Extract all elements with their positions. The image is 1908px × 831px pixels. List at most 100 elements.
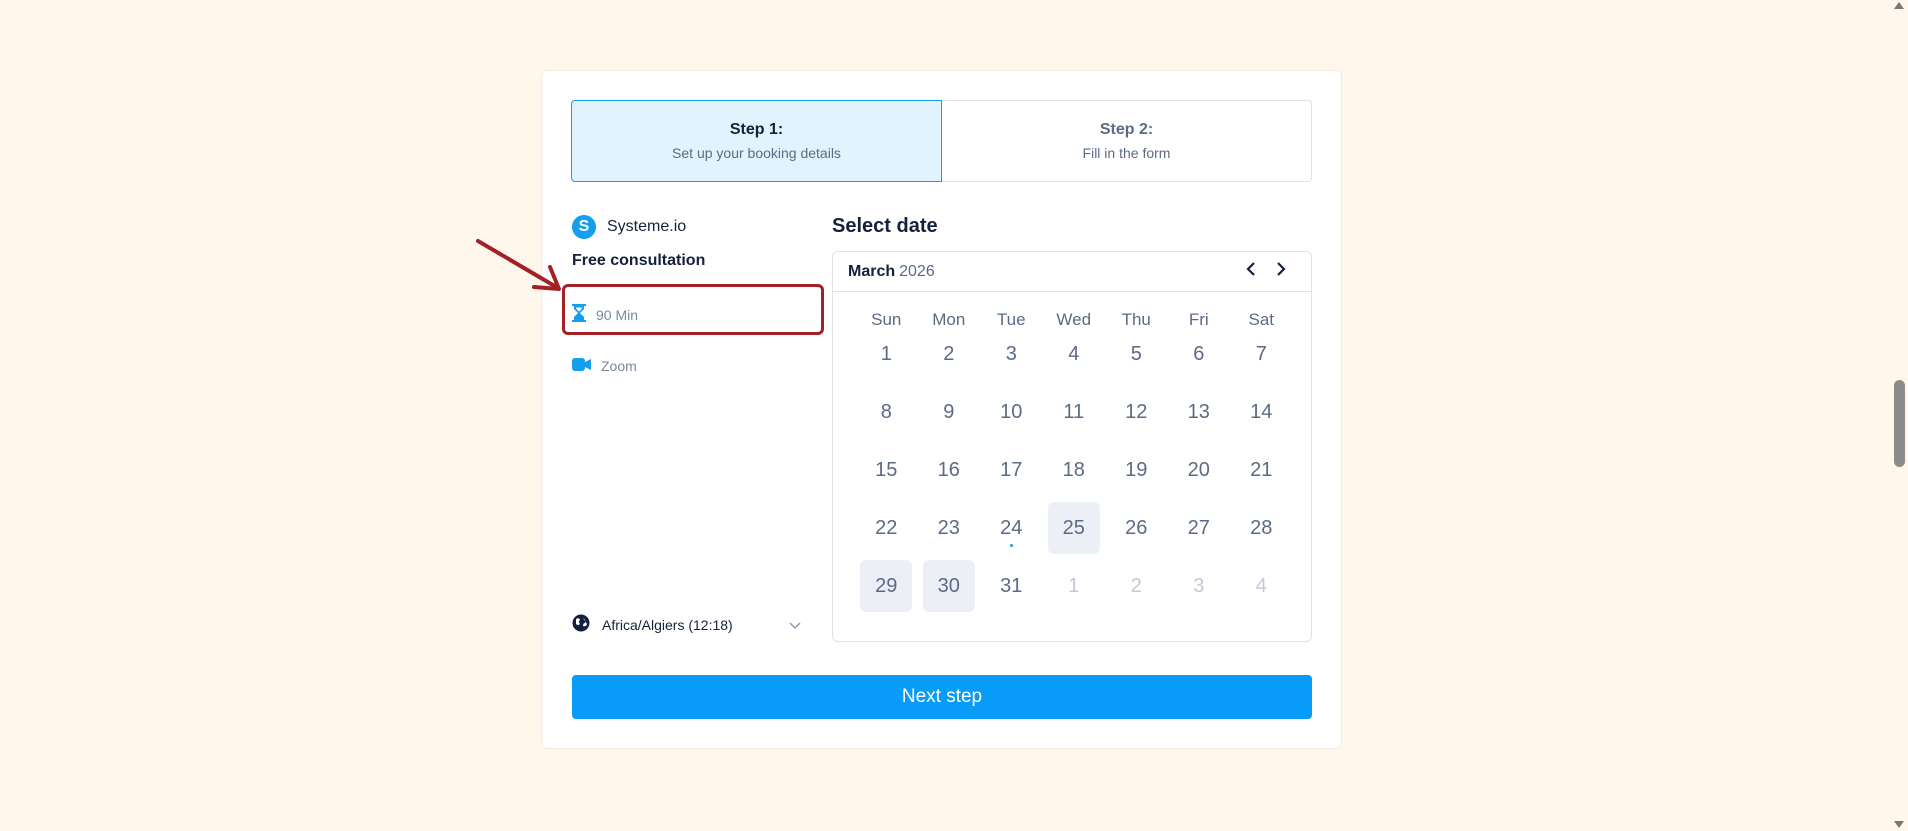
- calendar-day-number: 3: [1005, 342, 1017, 365]
- calendar-day-number: 19: [1125, 458, 1148, 481]
- calendar-day-number: 30: [922, 560, 975, 612]
- step-tabs: Step 1: Set up your booking details Step…: [571, 100, 1312, 182]
- calendar-day-number: 7: [1255, 342, 1267, 365]
- calendar-day[interactable]: 29: [855, 557, 918, 615]
- timezone-selector[interactable]: Africa/Algiers (12:18): [572, 614, 802, 635]
- calendar-year: 2026: [899, 262, 935, 280]
- calendar-day[interactable]: 3: [980, 325, 1043, 383]
- location-label: Zoom: [601, 358, 637, 374]
- calendar-day-number: 22: [875, 516, 898, 539]
- calendar-day[interactable]: 12: [1105, 383, 1168, 441]
- calendar-day[interactable]: 17: [980, 441, 1043, 499]
- calendar-month: March: [848, 262, 896, 280]
- calendar-day-number: 4: [1068, 342, 1080, 365]
- calendar-day-number: 31: [1000, 574, 1023, 597]
- calendar-day-number: 21: [1250, 458, 1273, 481]
- calendar-day-number: 14: [1250, 400, 1273, 423]
- calendar-day[interactable]: 16: [918, 441, 981, 499]
- calendar-day[interactable]: 5: [1105, 325, 1168, 383]
- calendar-day-number: 24: [1000, 516, 1023, 539]
- calendar-day: 3: [1168, 557, 1231, 615]
- brand-logo-icon: S: [572, 215, 596, 239]
- calendar-day[interactable]: 4: [1043, 325, 1106, 383]
- location-row: Zoom: [572, 358, 637, 374]
- scrollbar[interactable]: [1891, 0, 1908, 831]
- chevron-right-icon: [1275, 261, 1287, 282]
- annotation-highlight-box: [562, 284, 824, 335]
- step-2-title: Step 2:: [1099, 121, 1154, 138]
- calendar-day: 4: [1230, 557, 1293, 615]
- calendar-day[interactable]: 23: [918, 499, 981, 557]
- calendar-day[interactable]: 1: [855, 325, 918, 383]
- calendar-day[interactable]: 6: [1168, 325, 1231, 383]
- annotation-arrow: [470, 235, 570, 300]
- calendar-day-number: 2: [1130, 574, 1142, 597]
- timezone-label: Africa/Algiers (12:18): [602, 616, 733, 633]
- brand: S Systeme.io: [572, 215, 686, 239]
- previous-month-button[interactable]: [1236, 257, 1266, 287]
- calendar-day[interactable]: 14: [1230, 383, 1293, 441]
- calendar-day-number: 4: [1255, 574, 1267, 597]
- calendar-day[interactable]: 8: [855, 383, 918, 441]
- calendar-day[interactable]: 7: [1230, 325, 1293, 383]
- calendar-day[interactable]: 11: [1043, 383, 1106, 441]
- next-month-button[interactable]: [1266, 257, 1296, 287]
- calendar-day[interactable]: 19: [1105, 441, 1168, 499]
- calendar-day[interactable]: 26: [1105, 499, 1168, 557]
- step-1-tab[interactable]: Step 1: Set up your booking details: [571, 100, 942, 182]
- calendar-day-number: 1: [1068, 574, 1080, 597]
- calendar-day-number: 20: [1187, 458, 1210, 481]
- calendar-day-number: 27: [1187, 516, 1210, 539]
- next-step-button[interactable]: Next step: [572, 675, 1312, 719]
- chevron-down-icon: [788, 617, 802, 633]
- event-title: Free consultation: [572, 252, 706, 269]
- calendar-header: March 2026: [833, 252, 1311, 292]
- calendar-day-number: 9: [943, 400, 955, 423]
- calendar-day[interactable]: 18: [1043, 441, 1106, 499]
- step-2-subtitle: Fill in the form: [1082, 145, 1171, 161]
- calendar-day[interactable]: 24: [980, 499, 1043, 557]
- calendar-day[interactable]: 20: [1168, 441, 1231, 499]
- calendar-day-number: 26: [1125, 516, 1148, 539]
- day-grid: 1 2 3 4 5 6 7 8 9 10 11 12 13 14 15 16 17 18 19 20 21 22 23 24 2…: [855, 325, 1293, 615]
- calendar-day-number: 8: [880, 400, 892, 423]
- calendar-day-number: 1: [880, 342, 892, 365]
- calendar-day-number: 28: [1250, 516, 1273, 539]
- brand-name: Systeme.io: [607, 218, 687, 235]
- calendar-day[interactable]: 31: [980, 557, 1043, 615]
- step-1-subtitle: Set up your booking details: [672, 145, 841, 161]
- calendar-day[interactable]: 21: [1230, 441, 1293, 499]
- calendar-day[interactable]: 15: [855, 441, 918, 499]
- calendar-day-number: 29: [860, 560, 913, 612]
- calendar-day-number: 13: [1187, 400, 1210, 423]
- calendar-day[interactable]: 2: [918, 325, 981, 383]
- video-camera-icon: [572, 358, 591, 374]
- calendar-day[interactable]: 13: [1168, 383, 1231, 441]
- calendar: March 2026 Sun Mon Tue Wed Thu Fri Sat 1234567…: [832, 251, 1312, 642]
- calendar-day: 2: [1105, 557, 1168, 615]
- scroll-down-arrow-icon[interactable]: [1894, 821, 1904, 828]
- calendar-day-number: 15: [875, 458, 898, 481]
- calendar-day[interactable]: 25: [1043, 499, 1106, 557]
- calendar-day[interactable]: 28: [1230, 499, 1293, 557]
- calendar-day[interactable]: 27: [1168, 499, 1231, 557]
- calendar-day[interactable]: 9: [918, 383, 981, 441]
- calendar-day-number: 6: [1193, 342, 1205, 365]
- calendar-day-number: 3: [1193, 574, 1205, 597]
- calendar-day[interactable]: 10: [980, 383, 1043, 441]
- calendar-day-number: 10: [1000, 400, 1023, 423]
- step-1-title: Step 1:: [729, 121, 784, 138]
- chevron-left-icon: [1245, 261, 1257, 282]
- calendar-day-number: 2: [943, 342, 955, 365]
- calendar-day[interactable]: 30: [918, 557, 981, 615]
- calendar-day-number: 23: [937, 516, 960, 539]
- calendar-day-number: 12: [1125, 400, 1148, 423]
- step-2-tab[interactable]: Step 2: Fill in the form: [942, 100, 1312, 182]
- calendar-day-number: 16: [937, 458, 960, 481]
- calendar-day-number: 11: [1063, 400, 1085, 423]
- scroll-up-arrow-icon[interactable]: [1894, 2, 1904, 9]
- select-date-title: Select date: [832, 215, 938, 237]
- calendar-day-number: 18: [1062, 458, 1085, 481]
- scrollbar-thumb[interactable]: [1894, 380, 1905, 467]
- calendar-day[interactable]: 22: [855, 499, 918, 557]
